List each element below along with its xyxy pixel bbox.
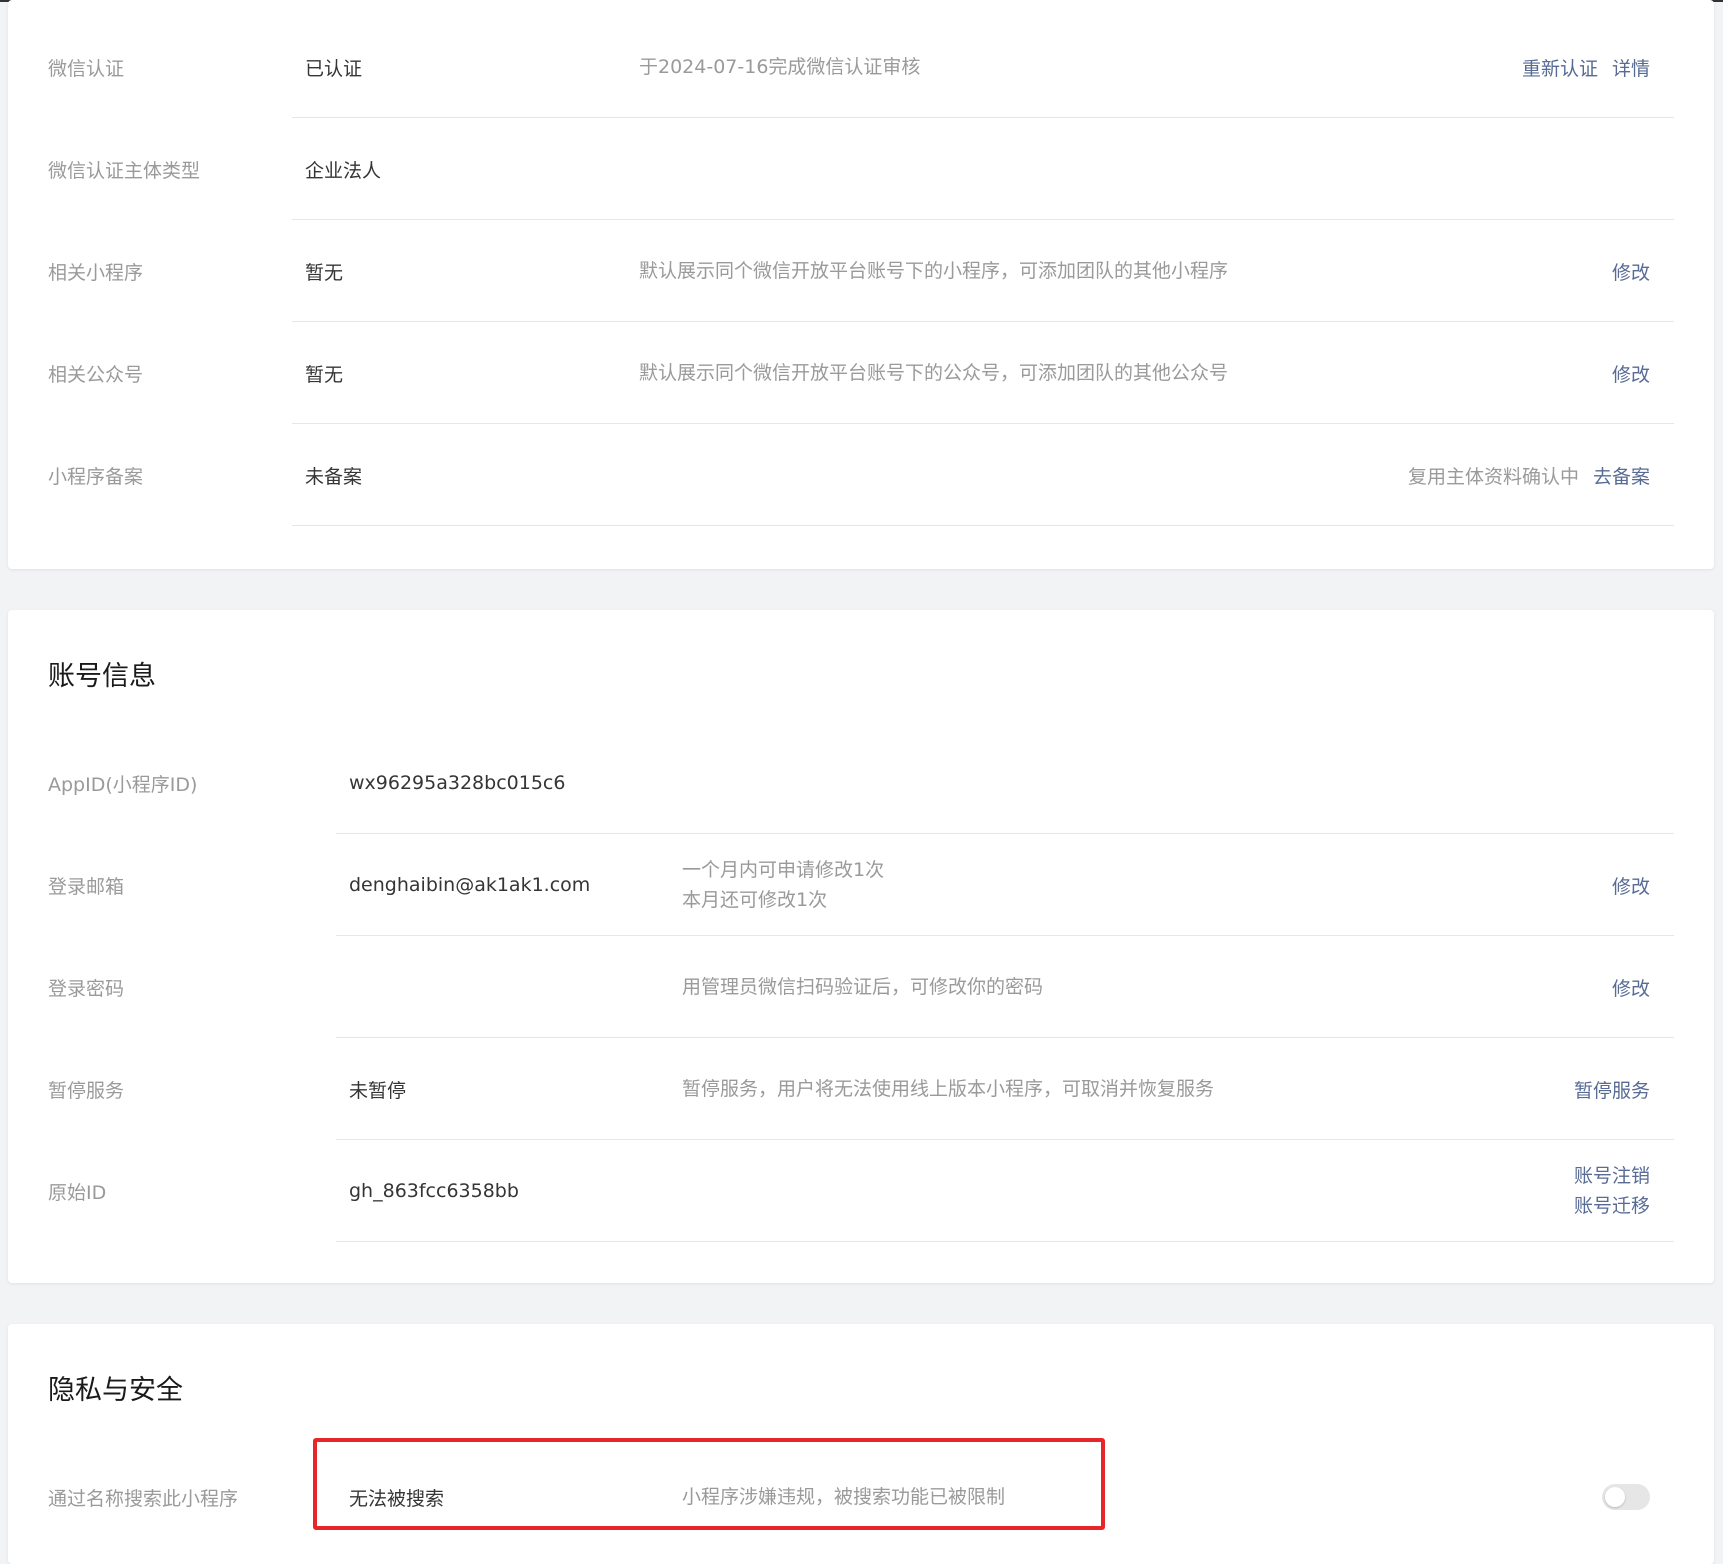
row-login-password: 登录密码 用管理员微信扫码验证后，可修改你的密码 修改 — [8, 936, 1714, 1038]
modify-password-link[interactable]: 修改 — [1612, 974, 1650, 1001]
row-divider — [336, 1241, 1674, 1242]
search-visibility-toggle[interactable] — [1602, 1484, 1650, 1510]
certification-card: 微信认证 已认证 于2024-07-16完成微信认证审核 重新认证 详情 微信认… — [8, 0, 1714, 569]
pause-service-link[interactable]: 暂停服务 — [1574, 1076, 1650, 1103]
row-wechat-certification: 微信认证 已认证 于2024-07-16完成微信认证审核 重新认证 详情 — [8, 16, 1714, 118]
row-desc-text: 默认展示同个微信开放平台账号下的公众号，可添加团队的其他公众号 — [639, 362, 1229, 384]
row-actions: 复用主体资料确认中 去备案 — [1408, 424, 1650, 526]
section-title: 账号信息 — [48, 661, 156, 692]
row-miniprogram-filing: 小程序备案 未备案 复用主体资料确认中 去备案 — [8, 424, 1714, 526]
row-actions: 修改 — [1612, 220, 1650, 322]
row-appid: AppID(小程序ID) wx96295a328bc015c6 — [8, 732, 1714, 834]
row-label: 小程序备案 — [48, 465, 144, 488]
row-value: 未备案 — [305, 465, 363, 488]
row-desc: 一个月内可申请修改1次 本月还可修改1次 — [682, 834, 884, 936]
account-cancel-link[interactable]: 账号注销 — [1574, 1161, 1650, 1191]
account-info-card: 账号信息 AppID(小程序ID) wx96295a328bc015c6 登录邮… — [8, 610, 1714, 1283]
row-actions: 修改 — [1612, 936, 1650, 1038]
row-desc-line: 一个月内可申请修改1次 — [682, 859, 885, 881]
row-label: 暂停服务 — [48, 1079, 125, 1102]
row-desc: 默认展示同个微信开放平台账号下的小程序，可添加团队的其他小程序 — [639, 220, 1228, 322]
toggle-knob — [1605, 1487, 1625, 1507]
row-label: 相关小程序 — [48, 261, 144, 284]
row-certification-entity-type: 微信认证主体类型 企业法人 — [8, 118, 1714, 220]
row-value: 暂无 — [305, 261, 344, 284]
modify-email-link[interactable]: 修改 — [1612, 872, 1650, 899]
row-desc-line: 暂停服务，用户将无法使用线上版本小程序，可取消并恢复服务 — [682, 1078, 1215, 1100]
row-login-email: 登录邮箱 denghaibin@ak1ak1.com 一个月内可申请修改1次 本… — [8, 834, 1714, 936]
filing-status-text: 复用主体资料确认中 — [1407, 465, 1579, 488]
row-value: wx96295a328bc015c6 — [349, 772, 566, 794]
account-migrate-link[interactable]: 账号迁移 — [1574, 1191, 1650, 1221]
row-actions: 修改 — [1612, 834, 1650, 936]
row-pause-service: 暂停服务 未暂停 暂停服务，用户将无法使用线上版本小程序，可取消并恢复服务 暂停… — [8, 1038, 1714, 1140]
row-actions: 重新认证 详情 — [1522, 16, 1650, 118]
details-link[interactable]: 详情 — [1612, 54, 1650, 81]
section-title: 隐私与安全 — [48, 1375, 183, 1406]
row-label: 登录邮箱 — [48, 875, 125, 898]
modify-related-miniprograms-link[interactable]: 修改 — [1612, 258, 1650, 285]
row-value: denghaibin@ak1ak1.com — [349, 874, 591, 896]
row-original-id: 原始ID gh_863fcc6358bb 账号注销 账号迁移 — [8, 1140, 1714, 1242]
row-value: 暂无 — [305, 363, 344, 386]
row-divider — [292, 525, 1674, 526]
row-actions: 修改 — [1612, 322, 1650, 424]
row-value: 未暂停 — [349, 1079, 407, 1102]
row-desc-line: 本月还可修改1次 — [682, 889, 828, 911]
row-value: gh_863fcc6358bb — [349, 1180, 519, 1202]
modify-related-accounts-link[interactable]: 修改 — [1612, 360, 1650, 387]
row-desc: 默认展示同个微信开放平台账号下的公众号，可添加团队的其他公众号 — [639, 322, 1228, 424]
row-related-miniprograms: 相关小程序 暂无 默认展示同个微信开放平台账号下的小程序，可添加团队的其他小程序… — [8, 220, 1714, 322]
row-desc-text: 默认展示同个微信开放平台账号下的小程序，可添加团队的其他小程序 — [639, 260, 1229, 282]
row-actions: 暂停服务 — [1574, 1038, 1650, 1140]
row-desc-text: 于2024-07-16完成微信认证审核 — [639, 56, 921, 78]
row-label: 通过名称搜索此小程序 — [48, 1487, 239, 1510]
go-filing-link[interactable]: 去备案 — [1593, 462, 1650, 489]
recertify-link[interactable]: 重新认证 — [1522, 54, 1598, 81]
row-actions: 账号注销 账号迁移 — [1574, 1140, 1650, 1242]
row-label: AppID(小程序ID) — [48, 773, 198, 796]
row-value: 已认证 — [305, 57, 363, 80]
row-value: 企业法人 — [305, 159, 382, 182]
red-highlight-box — [313, 1438, 1105, 1530]
row-label: 登录密码 — [48, 977, 125, 1000]
row-label: 原始ID — [48, 1181, 107, 1204]
row-desc: 用管理员微信扫码验证后，可修改你的密码 — [682, 936, 1043, 1038]
row-related-official-accounts: 相关公众号 暂无 默认展示同个微信开放平台账号下的公众号，可添加团队的其他公众号… — [8, 322, 1714, 424]
row-desc-line: 用管理员微信扫码验证后，可修改你的密码 — [682, 976, 1044, 998]
row-label: 相关公众号 — [48, 363, 144, 386]
row-desc: 于2024-07-16完成微信认证审核 — [639, 16, 920, 118]
row-desc: 暂停服务，用户将无法使用线上版本小程序，可取消并恢复服务 — [682, 1038, 1214, 1140]
row-label: 微信认证 — [48, 57, 125, 80]
row-label: 微信认证主体类型 — [48, 159, 201, 182]
